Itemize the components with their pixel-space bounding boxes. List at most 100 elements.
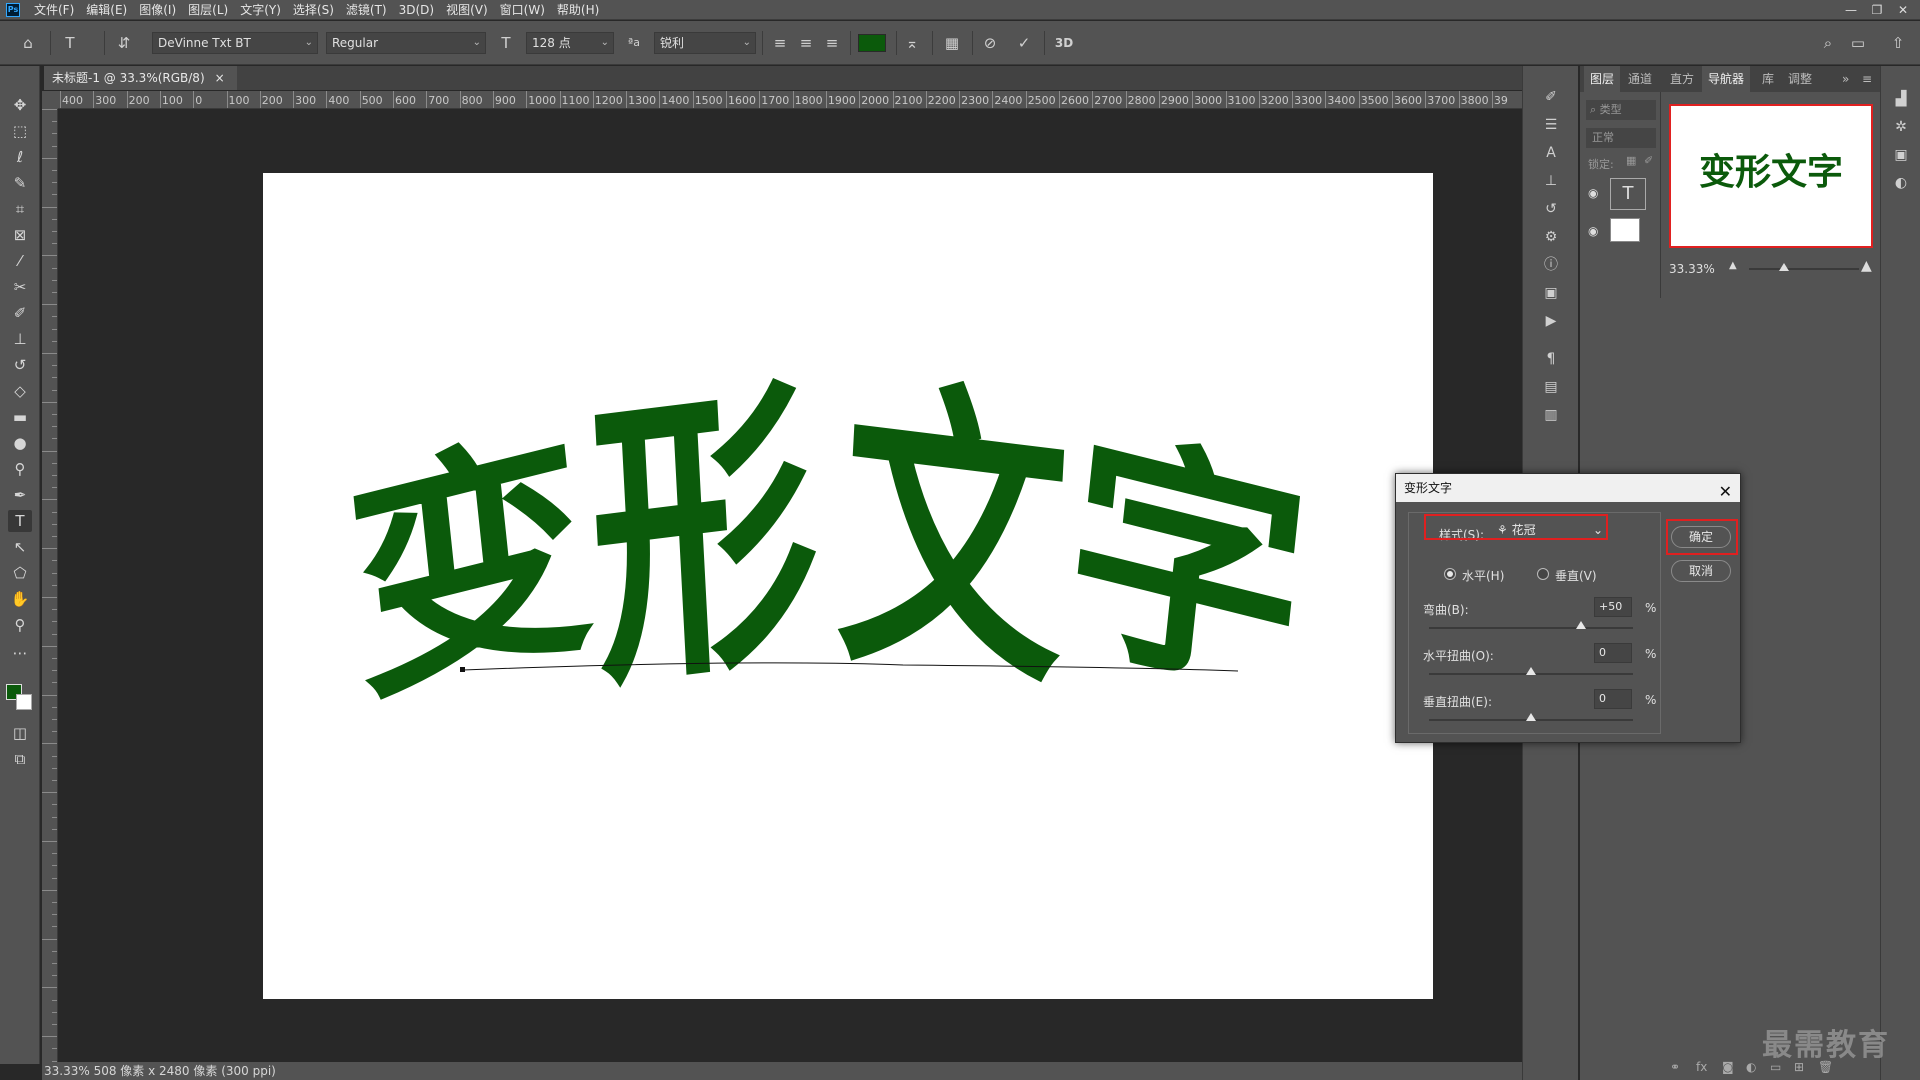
info-icon[interactable]: ⓘ: [1539, 254, 1563, 276]
path-select-tool-icon[interactable]: ↖: [8, 536, 32, 558]
navigator-icon[interactable]: ✲: [1889, 116, 1913, 138]
align-left-icon[interactable]: ≡: [768, 31, 792, 55]
libraries-icon[interactable]: ▣: [1889, 144, 1913, 166]
marquee-tool-icon[interactable]: ⬚: [8, 120, 32, 142]
horizontal-ruler[interactable]: 400 300 200 100 0 100 200 300 400 500 600 700 800 900…: [58, 91, 1522, 109]
visibility-eye-icon[interactable]: ◉: [1588, 224, 1598, 238]
lasso-tool-icon[interactable]: ℓ: [8, 146, 32, 168]
type-tool-icon[interactable]: T: [8, 510, 32, 532]
menu-filter[interactable]: 滤镜(T): [340, 1, 393, 18]
paragraph-icon[interactable]: ¶: [1539, 348, 1563, 370]
tab-histogram[interactable]: 直方: [1664, 66, 1700, 92]
clone-source-icon[interactable]: ⊥: [1539, 170, 1563, 192]
link-layers-icon[interactable]: ⚭: [1670, 1060, 1680, 1074]
character-panel-icon[interactable]: ▦: [940, 31, 964, 55]
cancel-button[interactable]: 取消: [1671, 560, 1731, 582]
warp-text-icon[interactable]: ⌅: [900, 31, 924, 55]
bend-input[interactable]: +50: [1594, 597, 1632, 617]
navigator-zoom-value[interactable]: 33.33%: [1669, 262, 1715, 276]
blend-mode-select[interactable]: 正常: [1586, 128, 1656, 148]
zoom-tool-icon[interactable]: ⚲: [8, 614, 32, 636]
screen-mode-icon[interactable]: ⧉: [8, 748, 32, 770]
horizontal-distortion-slider[interactable]: [1429, 667, 1633, 675]
zoom-out-icon[interactable]: ▲: [1729, 260, 1737, 271]
tab-navigator[interactable]: 导航器: [1702, 66, 1751, 92]
commit-edit-icon[interactable]: ✓: [1012, 31, 1036, 55]
add-mask-icon[interactable]: ◙: [1722, 1060, 1734, 1074]
stamp-tool-icon[interactable]: ⊥: [8, 328, 32, 350]
search-icon[interactable]: ⌕: [1816, 31, 1840, 55]
eraser-tool-icon[interactable]: ◇: [8, 380, 32, 402]
background-color-swatch[interactable]: [16, 694, 32, 710]
pen-tool-icon[interactable]: ✒: [8, 484, 32, 506]
align-center-icon[interactable]: ≡: [794, 31, 818, 55]
minimize-button[interactable]: —: [1838, 0, 1864, 20]
expand-panels-icon[interactable]: »: [1836, 66, 1855, 92]
bend-slider[interactable]: [1429, 621, 1633, 629]
tab-adjustments[interactable]: 调整: [1782, 66, 1818, 92]
more-tools-icon[interactable]: ⋯: [8, 642, 32, 664]
shape-tool-icon[interactable]: ⬠: [8, 562, 32, 584]
layer-row-background[interactable]: ◉: [1580, 216, 1660, 252]
character-icon[interactable]: A: [1539, 142, 1563, 164]
close-window-button[interactable]: ✕: [1890, 0, 1916, 20]
layer-row-text[interactable]: ◉ T: [1580, 176, 1660, 212]
slider-thumb[interactable]: [1576, 621, 1586, 629]
frame-tool-icon[interactable]: ⊠: [8, 224, 32, 246]
gradient-tool-icon[interactable]: ▬: [8, 406, 32, 428]
close-tab-icon[interactable]: ×: [215, 66, 225, 90]
vertical-distortion-input[interactable]: 0: [1594, 689, 1632, 709]
eyedropper-tool-icon[interactable]: ⁄: [8, 250, 32, 272]
menu-view[interactable]: 视图(V): [440, 1, 494, 18]
blur-tool-icon[interactable]: ●: [8, 432, 32, 454]
horizontal-distortion-input[interactable]: 0: [1594, 643, 1632, 663]
share-icon[interactable]: ⇧: [1886, 31, 1910, 55]
navigator-preview[interactable]: 变形文字: [1669, 104, 1873, 248]
history-brush-tool-icon[interactable]: ↺: [8, 354, 32, 376]
canvas-workspace[interactable]: 变形文字: [58, 109, 1522, 1062]
menu-3d[interactable]: 3D(D): [393, 3, 440, 17]
align-right-icon[interactable]: ≡: [820, 31, 844, 55]
menu-edit[interactable]: 编辑(E): [80, 1, 133, 18]
tab-layers[interactable]: 图层: [1584, 66, 1621, 92]
actions-icon[interactable]: ▶: [1539, 310, 1563, 332]
warped-text-layer[interactable]: 变形 文字: [263, 173, 1433, 999]
document-canvas[interactable]: 变形文字: [263, 173, 1433, 999]
swatches-icon[interactable]: ▣: [1539, 282, 1563, 304]
text-color-swatch[interactable]: [858, 34, 886, 52]
menu-type[interactable]: 文字(Y): [234, 1, 287, 18]
home-icon[interactable]: ⌂: [16, 31, 40, 55]
document-tab[interactable]: 未标题-1 @ 33.3%(RGB/8) ×: [44, 66, 237, 90]
vertical-distortion-slider[interactable]: [1429, 713, 1633, 721]
menu-image[interactable]: 图像(I): [133, 1, 182, 18]
move-tool-icon[interactable]: ✥: [8, 94, 32, 116]
adjustment-layer-icon[interactable]: ◐: [1746, 1060, 1756, 1074]
lock-brush-icon[interactable]: ✐: [1644, 154, 1653, 167]
horizontal-radio[interactable]: [1444, 568, 1456, 580]
fx-icon[interactable]: fx: [1696, 1060, 1707, 1074]
properties-icon[interactable]: ⚙: [1539, 226, 1563, 248]
adjustments-icon[interactable]: ☰: [1539, 114, 1563, 136]
menu-window[interactable]: 窗口(W): [494, 1, 551, 18]
cancel-edit-icon[interactable]: ⊘: [978, 31, 1002, 55]
notes-icon[interactable]: ▥: [1539, 404, 1563, 426]
vertical-ruler[interactable]: [42, 109, 58, 1062]
menu-select[interactable]: 选择(S): [287, 1, 340, 18]
slider-thumb[interactable]: [1526, 667, 1536, 675]
font-size-select[interactable]: 128 点 ⌄: [526, 32, 614, 54]
brush-settings-icon[interactable]: ✐: [1539, 86, 1563, 108]
tab-libraries[interactable]: 库: [1756, 66, 1780, 92]
workspace-icon[interactable]: ▭: [1846, 31, 1870, 55]
panel-menu-icon[interactable]: ≡: [1856, 66, 1878, 92]
quick-mask-icon[interactable]: ◫: [8, 722, 32, 744]
zoom-in-icon[interactable]: ▲: [1861, 258, 1872, 274]
vertical-radio[interactable]: [1537, 568, 1549, 580]
layer-filter-field[interactable]: ⌕ 类型: [1586, 100, 1656, 120]
dodge-tool-icon[interactable]: ⚲: [8, 458, 32, 480]
lock-pixels-icon[interactable]: ▦: [1626, 154, 1636, 167]
menu-layer[interactable]: 图层(L): [182, 1, 234, 18]
antialias-select[interactable]: 锐利 ⌄: [654, 32, 756, 54]
tab-channels[interactable]: 通道: [1622, 66, 1658, 92]
healing-tool-icon[interactable]: ✂: [8, 276, 32, 298]
quick-select-tool-icon[interactable]: ✎: [8, 172, 32, 194]
